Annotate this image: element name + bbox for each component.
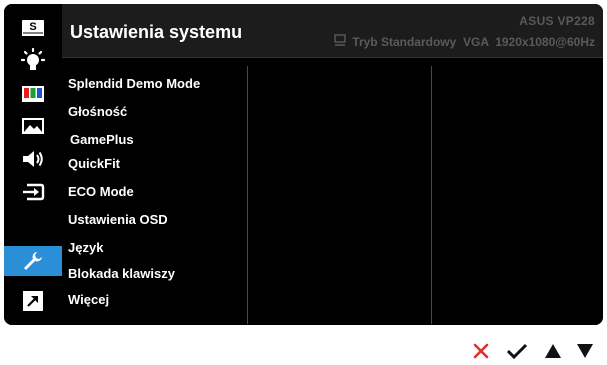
model-name: ASUS VP228 bbox=[519, 14, 595, 28]
column-divider bbox=[431, 66, 432, 324]
speaker-icon bbox=[23, 151, 43, 167]
shortcut-arrow-icon bbox=[23, 291, 43, 311]
sidebar-item-input-select[interactable] bbox=[4, 177, 62, 207]
status-text: Tryb Standardowy VGA 1920x1080@60Hz bbox=[352, 34, 595, 49]
menu-item-eco-mode[interactable]: ECO Mode bbox=[68, 184, 134, 199]
sidebar: S bbox=[4, 4, 62, 325]
menu-item-quickfit[interactable]: QuickFit bbox=[68, 156, 120, 171]
close-button[interactable] bbox=[468, 340, 494, 362]
column-divider bbox=[247, 66, 248, 324]
menu-item-more[interactable]: Więcej bbox=[68, 292, 109, 307]
wrench-icon bbox=[24, 252, 42, 270]
monitor-icon bbox=[334, 34, 346, 49]
osd-menu: S Ustawienia systemu ASUS VP228 Tryb Sta… bbox=[4, 4, 603, 325]
header: Ustawienia systemu ASUS VP228 Tryb Stand… bbox=[62, 4, 603, 58]
color-bars-icon bbox=[22, 86, 44, 102]
menu-item-volume[interactable]: Głośność bbox=[68, 104, 127, 119]
input-select-icon bbox=[23, 183, 45, 201]
confirm-button[interactable] bbox=[504, 340, 530, 362]
menu-item-osd-setup[interactable]: Ustawienia OSD bbox=[68, 212, 168, 227]
splendid-s-icon: S bbox=[22, 20, 44, 36]
navigation-controls bbox=[468, 340, 598, 362]
menu-item-language[interactable]: Język bbox=[68, 240, 103, 255]
sidebar-item-color[interactable] bbox=[4, 79, 62, 109]
sidebar-item-splendid[interactable]: S bbox=[4, 13, 62, 43]
sidebar-item-shortcut[interactable] bbox=[4, 286, 62, 316]
sidebar-item-blue-light-filter[interactable] bbox=[4, 46, 62, 76]
svg-text:S: S bbox=[29, 21, 36, 33]
up-triangle-icon bbox=[545, 344, 561, 358]
checkmark-icon bbox=[506, 343, 528, 360]
sidebar-item-image[interactable] bbox=[4, 111, 62, 141]
sidebar-item-sound[interactable] bbox=[4, 144, 62, 174]
menu-body: Splendid Demo Mode Głośność GamePlus Qui… bbox=[62, 58, 603, 325]
down-triangle-icon bbox=[577, 344, 593, 358]
main-panel: Ustawienia systemu ASUS VP228 Tryb Stand… bbox=[62, 4, 603, 325]
page-title: Ustawienia systemu bbox=[70, 22, 243, 42]
menu-item-key-lock[interactable]: Blokada klawiszy bbox=[68, 266, 175, 281]
down-button[interactable] bbox=[572, 340, 598, 362]
menu-item-gameplus[interactable]: GamePlus bbox=[70, 132, 134, 147]
status-line: Tryb Standardowy VGA 1920x1080@60Hz bbox=[334, 34, 595, 49]
menu-item-splendid-demo-mode[interactable]: Splendid Demo Mode bbox=[68, 76, 200, 91]
brightness-sun-icon bbox=[20, 48, 46, 70]
sidebar-item-system-setup[interactable] bbox=[4, 246, 62, 276]
up-button[interactable] bbox=[540, 340, 566, 362]
image-landscape-icon bbox=[22, 118, 44, 134]
close-x-icon bbox=[473, 343, 489, 359]
